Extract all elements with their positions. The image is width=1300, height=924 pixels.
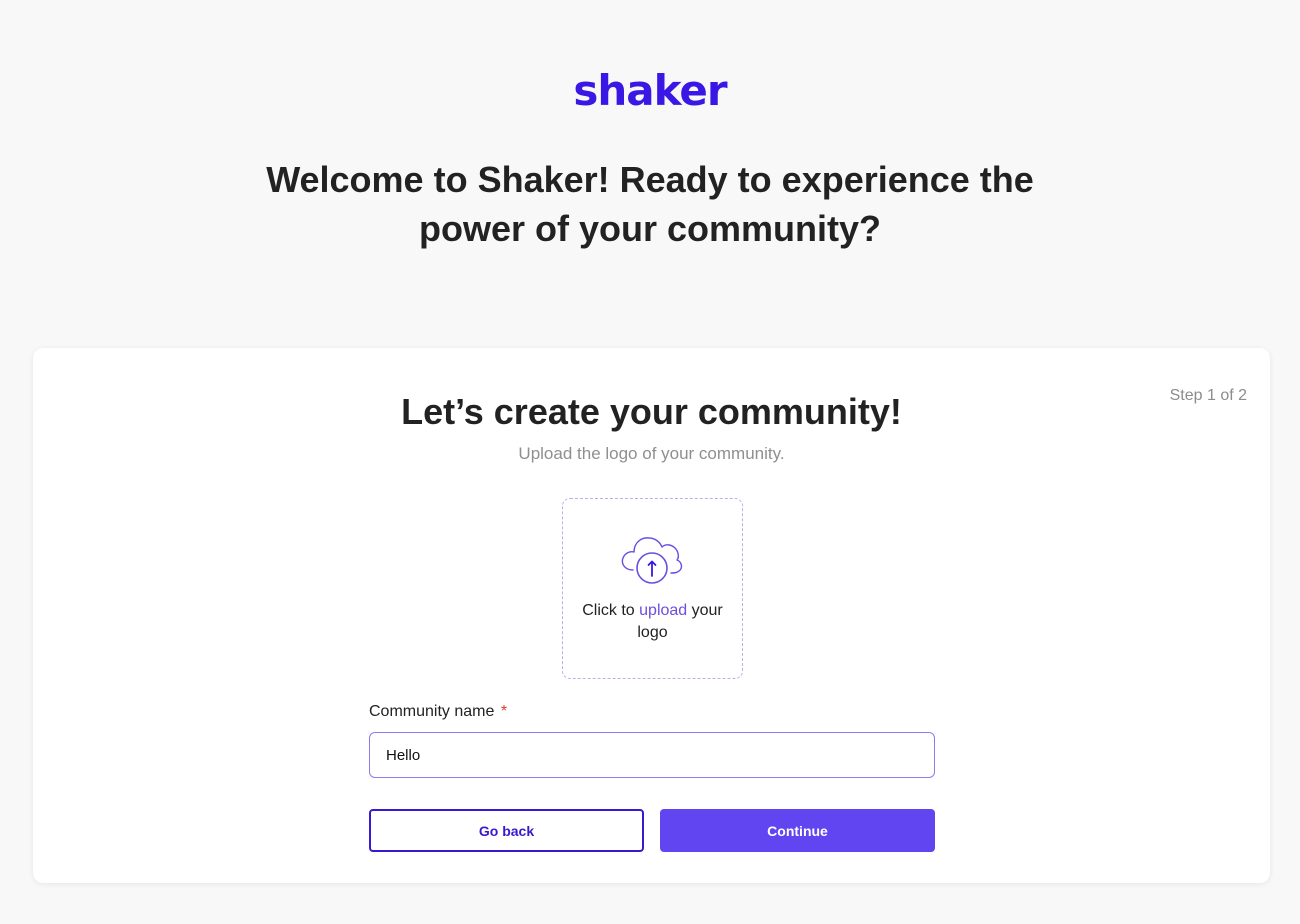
required-asterisk: *	[500, 703, 508, 720]
welcome-heading: Welcome to Shaker! Ready to experience t…	[250, 155, 1050, 253]
go-back-button[interactable]: Go back	[369, 809, 644, 852]
shaker-logo: shaker	[573, 66, 727, 115]
upload-link[interactable]: upload	[639, 602, 687, 619]
community-name-label: Community name *	[369, 703, 507, 721]
upload-text-before: Click to	[582, 602, 640, 619]
logo-upload-dropzone[interactable]: Click to upload your logo	[562, 498, 743, 679]
card-title: Let’s create your community!	[401, 391, 902, 432]
create-community-card: Step 1 of 2 Let’s create your community!…	[33, 348, 1270, 883]
welcome-line-1: Welcome to Shaker! Ready to experience t…	[266, 159, 1034, 200]
community-name-input[interactable]	[369, 732, 935, 778]
welcome-line-2: power of your community?	[418, 208, 882, 249]
community-name-label-text: Community name	[369, 703, 495, 720]
upload-instructions: Click to upload your logo	[571, 600, 734, 644]
card-subtitle: Upload the logo of your community.	[518, 444, 785, 463]
continue-button[interactable]: Continue	[660, 809, 935, 852]
onboarding-page: shaker Welcome to Shaker! Ready to exper…	[0, 0, 1300, 924]
cloud-upload-icon	[619, 532, 685, 588]
